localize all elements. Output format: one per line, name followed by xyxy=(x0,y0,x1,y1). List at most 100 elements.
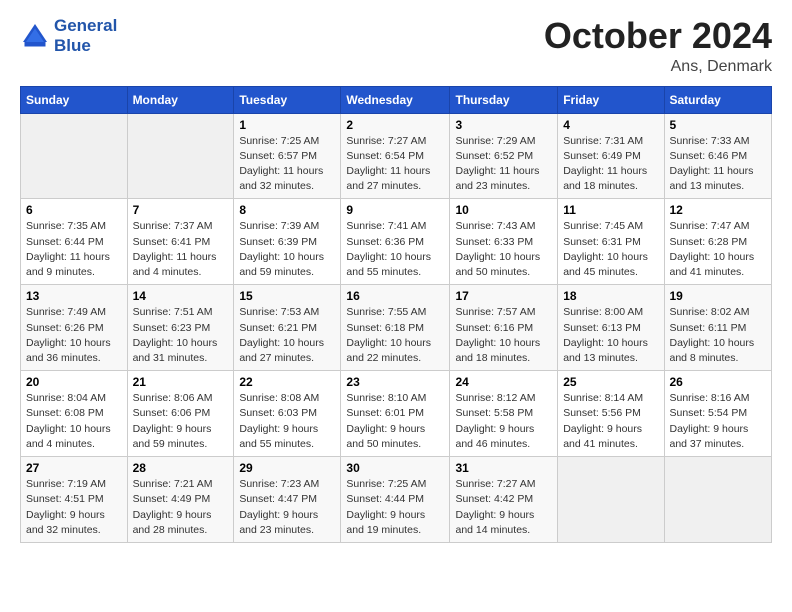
logo-icon xyxy=(20,21,50,51)
weekday-header: Tuesday xyxy=(234,86,341,113)
day-info: Sunrise: 7:35 AMSunset: 6:44 PMDaylight:… xyxy=(26,219,122,280)
day-number: 8 xyxy=(239,203,335,217)
day-number: 13 xyxy=(26,289,122,303)
day-number: 15 xyxy=(239,289,335,303)
calendar-cell xyxy=(558,457,664,543)
calendar-cell: 25 Sunrise: 8:14 AMSunset: 5:56 PMDayligh… xyxy=(558,371,664,457)
day-info: Sunrise: 7:45 AMSunset: 6:31 PMDaylight:… xyxy=(563,219,658,280)
calendar-cell: 31 Sunrise: 7:27 AMSunset: 4:42 PMDayligh… xyxy=(450,457,558,543)
day-number: 23 xyxy=(346,375,444,389)
calendar-header-row: SundayMondayTuesdayWednesdayThursdayFrid… xyxy=(21,86,772,113)
day-info: Sunrise: 7:55 AMSunset: 6:18 PMDaylight:… xyxy=(346,305,444,366)
day-number: 1 xyxy=(239,118,335,132)
calendar-cell: 10 Sunrise: 7:43 AMSunset: 6:33 PMDayligh… xyxy=(450,199,558,285)
day-number: 2 xyxy=(346,118,444,132)
calendar-cell: 18 Sunrise: 8:00 AMSunset: 6:13 PMDayligh… xyxy=(558,285,664,371)
calendar-cell: 1 Sunrise: 7:25 AMSunset: 6:57 PMDaylight… xyxy=(234,113,341,199)
day-number: 19 xyxy=(670,289,767,303)
day-info: Sunrise: 8:02 AMSunset: 6:11 PMDaylight:… xyxy=(670,305,767,366)
day-info: Sunrise: 8:04 AMSunset: 6:08 PMDaylight:… xyxy=(26,391,122,452)
day-info: Sunrise: 8:14 AMSunset: 5:56 PMDaylight:… xyxy=(563,391,658,452)
day-info: Sunrise: 7:39 AMSunset: 6:39 PMDaylight:… xyxy=(239,219,335,280)
day-info: Sunrise: 7:51 AMSunset: 6:23 PMDaylight:… xyxy=(133,305,229,366)
day-info: Sunrise: 7:31 AMSunset: 6:49 PMDaylight:… xyxy=(563,134,658,195)
day-number: 10 xyxy=(455,203,552,217)
calendar-cell: 9 Sunrise: 7:41 AMSunset: 6:36 PMDaylight… xyxy=(341,199,450,285)
day-number: 5 xyxy=(670,118,767,132)
day-number: 11 xyxy=(563,203,658,217)
calendar-cell: 28 Sunrise: 7:21 AMSunset: 4:49 PMDayligh… xyxy=(127,457,234,543)
calendar-cell: 27Sunrise: 7:19 AMSunset: 4:51 PMDayligh… xyxy=(21,457,128,543)
day-info: Sunrise: 7:25 AMSunset: 4:44 PMDaylight:… xyxy=(346,477,444,538)
day-info: Sunrise: 8:06 AMSunset: 6:06 PMDaylight:… xyxy=(133,391,229,452)
calendar-week-row: 20 Sunrise: 8:04 AMSunset: 6:08 PMDayligh… xyxy=(21,371,772,457)
calendar-cell: 13 Sunrise: 7:49 AMSunset: 6:26 PMDayligh… xyxy=(21,285,128,371)
calendar-cell: 2 Sunrise: 7:27 AMSunset: 6:54 PMDaylight… xyxy=(341,113,450,199)
day-number: 18 xyxy=(563,289,658,303)
day-number: 31 xyxy=(455,461,552,475)
day-number: 4 xyxy=(563,118,658,132)
calendar-cell: 21 Sunrise: 8:06 AMSunset: 6:06 PMDayligh… xyxy=(127,371,234,457)
weekday-header: Monday xyxy=(127,86,234,113)
day-number: 30 xyxy=(346,461,444,475)
day-info: Sunrise: 7:57 AMSunset: 6:16 PMDaylight:… xyxy=(455,305,552,366)
day-number: 26 xyxy=(670,375,767,389)
calendar-table: SundayMondayTuesdayWednesdayThursdayFrid… xyxy=(20,86,772,543)
day-info: Sunrise: 8:10 AMSunset: 6:01 PMDaylight:… xyxy=(346,391,444,452)
calendar-week-row: 1 Sunrise: 7:25 AMSunset: 6:57 PMDaylight… xyxy=(21,113,772,199)
calendar-cell: 4 Sunrise: 7:31 AMSunset: 6:49 PMDaylight… xyxy=(558,113,664,199)
calendar-cell: 6 Sunrise: 7:35 AMSunset: 6:44 PMDaylight… xyxy=(21,199,128,285)
day-info: Sunrise: 8:16 AMSunset: 5:54 PMDaylight:… xyxy=(670,391,767,452)
day-info: Sunrise: 7:23 AMSunset: 4:47 PMDaylight:… xyxy=(239,477,335,538)
calendar-cell: 20 Sunrise: 8:04 AMSunset: 6:08 PMDayligh… xyxy=(21,371,128,457)
calendar-cell xyxy=(127,113,234,199)
logo: General Blue xyxy=(20,16,117,57)
calendar-week-row: 6 Sunrise: 7:35 AMSunset: 6:44 PMDaylight… xyxy=(21,199,772,285)
day-info: Sunrise: 7:29 AMSunset: 6:52 PMDaylight:… xyxy=(455,134,552,195)
day-number: 6 xyxy=(26,203,122,217)
calendar-week-row: 13 Sunrise: 7:49 AMSunset: 6:26 PMDayligh… xyxy=(21,285,772,371)
day-number: 20 xyxy=(26,375,122,389)
day-number: 17 xyxy=(455,289,552,303)
day-number: 9 xyxy=(346,203,444,217)
day-number: 22 xyxy=(239,375,335,389)
header: General Blue October 2024 Ans, Denmark xyxy=(20,16,772,76)
day-number: 3 xyxy=(455,118,552,132)
month-title: October 2024 xyxy=(544,16,772,56)
day-info: Sunrise: 7:25 AMSunset: 6:57 PMDaylight:… xyxy=(239,134,335,195)
day-number: 16 xyxy=(346,289,444,303)
calendar-cell: 24 Sunrise: 8:12 AMSunset: 5:58 PMDayligh… xyxy=(450,371,558,457)
calendar-week-row: 27Sunrise: 7:19 AMSunset: 4:51 PMDayligh… xyxy=(21,457,772,543)
day-number: 28 xyxy=(133,461,229,475)
calendar-cell xyxy=(21,113,128,199)
calendar-cell: 16 Sunrise: 7:55 AMSunset: 6:18 PMDayligh… xyxy=(341,285,450,371)
day-info: Sunrise: 7:43 AMSunset: 6:33 PMDaylight:… xyxy=(455,219,552,280)
day-info: Sunrise: 7:21 AMSunset: 4:49 PMDaylight:… xyxy=(133,477,229,538)
location-title: Ans, Denmark xyxy=(544,58,772,76)
day-info: Sunrise: 7:27 AMSunset: 6:54 PMDaylight:… xyxy=(346,134,444,195)
calendar-cell: 23 Sunrise: 8:10 AMSunset: 6:01 PMDayligh… xyxy=(341,371,450,457)
day-number: 24 xyxy=(455,375,552,389)
calendar-cell: 5Sunrise: 7:33 AMSunset: 6:46 PMDaylight… xyxy=(664,113,772,199)
weekday-header: Wednesday xyxy=(341,86,450,113)
calendar-cell: 22 Sunrise: 8:08 AMSunset: 6:03 PMDayligh… xyxy=(234,371,341,457)
day-info: Sunrise: 8:12 AMSunset: 5:58 PMDaylight:… xyxy=(455,391,552,452)
day-number: 21 xyxy=(133,375,229,389)
calendar-cell: 29Sunrise: 7:23 AMSunset: 4:47 PMDayligh… xyxy=(234,457,341,543)
day-number: 14 xyxy=(133,289,229,303)
calendar-cell: 15Sunrise: 7:53 AMSunset: 6:21 PMDayligh… xyxy=(234,285,341,371)
day-number: 25 xyxy=(563,375,658,389)
day-info: Sunrise: 7:19 AMSunset: 4:51 PMDaylight:… xyxy=(26,477,122,538)
calendar-cell: 19 Sunrise: 8:02 AMSunset: 6:11 PMDayligh… xyxy=(664,285,772,371)
day-info: Sunrise: 7:27 AMSunset: 4:42 PMDaylight:… xyxy=(455,477,552,538)
day-info: Sunrise: 8:08 AMSunset: 6:03 PMDaylight:… xyxy=(239,391,335,452)
day-info: Sunrise: 7:41 AMSunset: 6:36 PMDaylight:… xyxy=(346,219,444,280)
title-block: October 2024 Ans, Denmark xyxy=(544,16,772,76)
calendar-cell: 14 Sunrise: 7:51 AMSunset: 6:23 PMDayligh… xyxy=(127,285,234,371)
day-number: 7 xyxy=(133,203,229,217)
day-info: Sunrise: 7:49 AMSunset: 6:26 PMDaylight:… xyxy=(26,305,122,366)
weekday-header: Saturday xyxy=(664,86,772,113)
weekday-header: Thursday xyxy=(450,86,558,113)
calendar-cell: 7Sunrise: 7:37 AMSunset: 6:41 PMDaylight… xyxy=(127,199,234,285)
day-info: Sunrise: 8:00 AMSunset: 6:13 PMDaylight:… xyxy=(563,305,658,366)
